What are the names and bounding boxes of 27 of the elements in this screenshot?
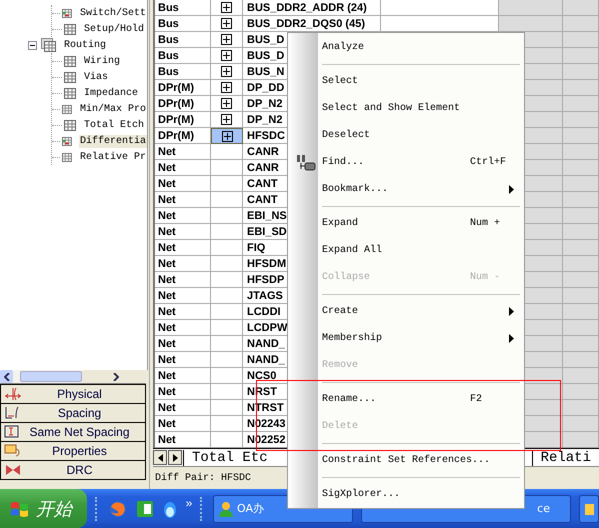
type-cell: Net xyxy=(155,400,211,416)
type-cell: Bus xyxy=(155,32,211,48)
name-cell: BUS_DDR2_ADDR (24) xyxy=(243,0,381,16)
type-cell: Net xyxy=(155,368,211,384)
type-cell: Net xyxy=(155,304,211,320)
type-cell: Net xyxy=(155,176,211,192)
type-cell: Net xyxy=(155,288,211,304)
type-cell: Net xyxy=(155,320,211,336)
type-cell: DPr(M) xyxy=(155,80,211,96)
type-cell: Bus xyxy=(155,0,211,16)
type-cell: Net xyxy=(155,384,211,400)
type-cell: Net xyxy=(155,240,211,256)
type-cell: Net xyxy=(155,208,211,224)
type-cell: Net xyxy=(155,224,211,240)
type-cell: Bus xyxy=(155,64,211,80)
type-cell: Bus xyxy=(155,16,211,32)
type-cell: Net xyxy=(155,144,211,160)
type-cell: DPr(M) xyxy=(155,112,211,128)
type-cell: Net xyxy=(155,256,211,272)
type-cell: Net xyxy=(155,336,211,352)
type-cell: Net xyxy=(155,416,211,432)
type-cell: Bus xyxy=(155,48,211,64)
type-cell: Net xyxy=(155,192,211,208)
type-cell: Net xyxy=(155,272,211,288)
type-cell: Net xyxy=(155,160,211,176)
type-cell: Net xyxy=(155,352,211,368)
type-cell: DPr(M) xyxy=(155,96,211,112)
